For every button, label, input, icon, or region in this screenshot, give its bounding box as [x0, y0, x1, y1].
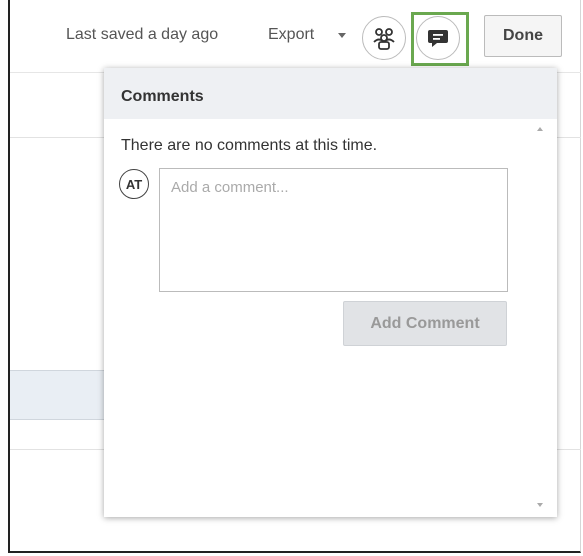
comments-button[interactable]	[416, 16, 460, 60]
export-menu[interactable]: Export	[268, 26, 314, 44]
chevron-down-icon[interactable]	[338, 33, 346, 38]
scroll-down-arrow-icon[interactable]	[537, 503, 543, 507]
comments-panel: Comments There are no comments at this t…	[104, 68, 557, 517]
scroll-up-arrow-icon[interactable]	[537, 127, 543, 131]
panel-title: Comments	[121, 88, 204, 105]
collaborators-button[interactable]	[362, 16, 406, 60]
save-status: Last saved a day ago	[66, 26, 219, 43]
background-row	[10, 370, 105, 420]
people-group-icon	[373, 28, 395, 50]
add-comment-button[interactable]: Add Comment	[343, 301, 507, 346]
done-button[interactable]: Done	[484, 15, 562, 57]
avatar: AT	[119, 169, 149, 199]
panel-header: Comments	[104, 68, 557, 119]
empty-comments-message: There are no comments at this time.	[121, 137, 378, 154]
top-bar: Last saved a day ago Export Done	[0, 0, 583, 72]
comment-icon	[428, 30, 448, 47]
comment-input[interactable]	[159, 168, 508, 292]
